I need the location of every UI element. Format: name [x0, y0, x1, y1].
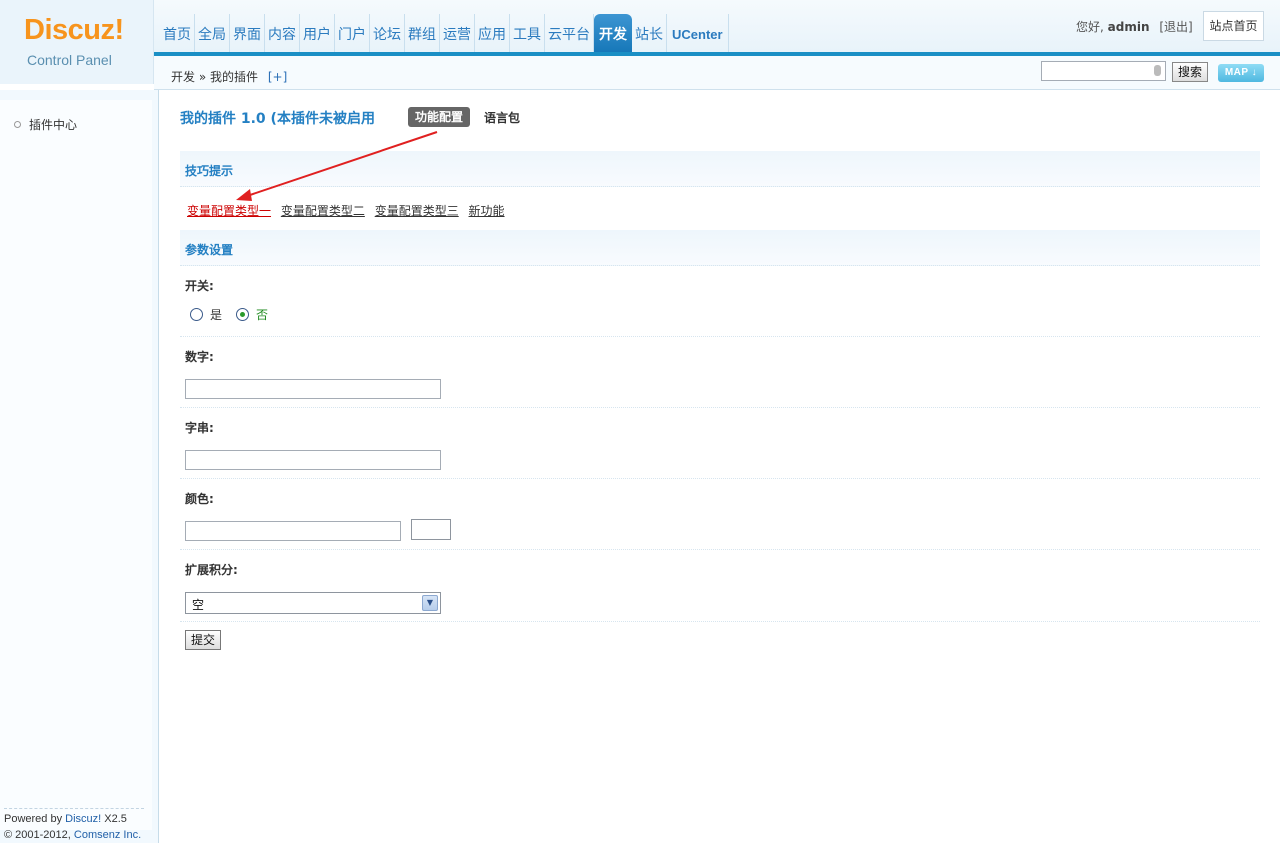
logo-subtitle: Control Panel: [27, 52, 112, 68]
tab-function-config[interactable]: 功能配置: [408, 107, 471, 127]
color-input[interactable]: [185, 521, 401, 541]
string-label: 字串:: [185, 421, 214, 435]
logo: Discuz! Control Panel: [0, 0, 154, 84]
divider: [180, 621, 1260, 622]
nav-item-tools[interactable]: 工具: [510, 14, 545, 52]
sidebar-item-plugin-center[interactable]: 插件中心: [14, 116, 77, 133]
footer-powered: Powered by: [4, 813, 63, 825]
tip-link-type-2[interactable]: 变量配置类型二: [281, 204, 365, 218]
nav-item-forum[interactable]: 论坛: [370, 14, 405, 52]
radio-no[interactable]: [236, 308, 250, 321]
params-header: 参数设置: [180, 230, 1260, 266]
main-nav: 首页 全局 界面 内容 用户 门户 论坛 群组 运营 应用 工具 云平台 开发 …: [160, 14, 729, 52]
footer: Powered by Discuz! X2.5 © 2001-2012, Com…: [4, 808, 144, 843]
main-content: 我的插件 1.0 (本插件未被启用 功能配置 语言包 技巧提示 变量配置类型一 …: [160, 90, 1280, 843]
divider: [180, 549, 1260, 550]
tips-header: 技巧提示: [180, 151, 1260, 187]
nav-item-plugin[interactable]: 应用: [475, 14, 510, 52]
divider: [180, 478, 1260, 479]
page-title: 我的插件 1.0 (本插件未被启用: [180, 111, 375, 127]
nav-item-founder[interactable]: 站长: [632, 14, 667, 52]
footer-brand-link[interactable]: Discuz!: [65, 813, 101, 825]
divider: [180, 407, 1260, 408]
search-input[interactable]: [1041, 61, 1166, 81]
nav-item-portal[interactable]: 门户: [335, 14, 370, 52]
divider: [180, 336, 1260, 337]
number-label: 数字:: [185, 350, 214, 364]
tips-links: 变量配置类型一 变量配置类型二 变量配置类型三 新功能: [187, 202, 511, 219]
username: admin: [1107, 20, 1150, 34]
breadcrumb-sep: »: [198, 70, 207, 84]
switch-radio-group: 是 否: [190, 306, 282, 323]
nav-item-style[interactable]: 界面: [230, 14, 265, 52]
logout-link[interactable]: [退出]: [1159, 20, 1192, 34]
tip-link-type-3[interactable]: 变量配置类型三: [375, 204, 459, 218]
radio-no-label: 否: [256, 308, 269, 322]
radio-yes-label: 是: [210, 308, 223, 322]
sub-bar: 开发 » 我的插件 [+] 搜索 MAP ↓: [154, 56, 1280, 90]
radio-yes[interactable]: [190, 308, 203, 321]
breadcrumb: 开发 » 我的插件 [+]: [171, 68, 287, 85]
header: 首页 全局 界面 内容 用户 门户 论坛 群组 运营 应用 工具 云平台 开发 …: [0, 0, 1280, 56]
tips-header-label: 技巧提示: [185, 164, 234, 178]
nav-item-ucenter[interactable]: UCenter: [667, 14, 729, 52]
breadcrumb-current: 我的插件: [210, 70, 259, 84]
nav-item-home[interactable]: 首页: [160, 14, 195, 52]
tab-language-pack[interactable]: 语言包: [484, 109, 520, 126]
footer-version: X2.5: [104, 813, 127, 825]
bullet-icon: [14, 121, 21, 128]
nav-item-user[interactable]: 用户: [300, 14, 335, 52]
sidebar-item-label: 插件中心: [29, 118, 78, 132]
user-bar: 您好, admin [退出]: [1076, 18, 1193, 35]
greeting: 您好,: [1076, 20, 1104, 34]
sidebar: 插件中心 Powered by Discuz! X2.5 © 2001-2012…: [0, 90, 159, 843]
nav-item-content[interactable]: 内容: [265, 14, 300, 52]
color-label: 颜色:: [185, 492, 214, 506]
credit-label: 扩展积分:: [185, 563, 238, 577]
nav-item-group[interactable]: 群组: [405, 14, 440, 52]
number-input[interactable]: [185, 379, 441, 399]
params-header-label: 参数设置: [185, 243, 234, 257]
nav-item-develop[interactable]: 开发: [594, 14, 632, 52]
submit-button[interactable]: 提交: [185, 630, 221, 650]
chevron-down-icon: ▼: [422, 595, 438, 611]
tip-link-new-feature[interactable]: 新功能: [469, 204, 505, 218]
sidebar-menu: 插件中心: [0, 100, 152, 830]
string-input[interactable]: [185, 450, 441, 470]
nav-item-extended[interactable]: 运营: [440, 14, 475, 52]
credit-select-value: 空: [192, 598, 205, 612]
tip-link-type-1[interactable]: 变量配置类型一: [187, 204, 271, 218]
nav-item-cloud[interactable]: 云平台: [545, 14, 594, 52]
footer-company-link[interactable]: Comsenz Inc.: [74, 829, 141, 841]
color-picker-swatch[interactable]: [411, 519, 451, 540]
breadcrumb-root[interactable]: 开发: [171, 70, 195, 84]
map-button[interactable]: MAP ↓: [1218, 64, 1264, 82]
footer-copyright: © 2001-2012,: [4, 829, 71, 841]
microphone-icon: [1154, 65, 1161, 76]
search-button[interactable]: 搜索: [1172, 62, 1208, 82]
site-home-button[interactable]: 站点首页: [1203, 11, 1264, 41]
credit-select[interactable]: 空 ▼: [185, 592, 441, 614]
switch-label: 开关:: [185, 279, 214, 293]
add-shortcut-link[interactable]: [+]: [268, 70, 287, 84]
logo-brand: Discuz!: [24, 14, 124, 46]
nav-item-global[interactable]: 全局: [195, 14, 230, 52]
